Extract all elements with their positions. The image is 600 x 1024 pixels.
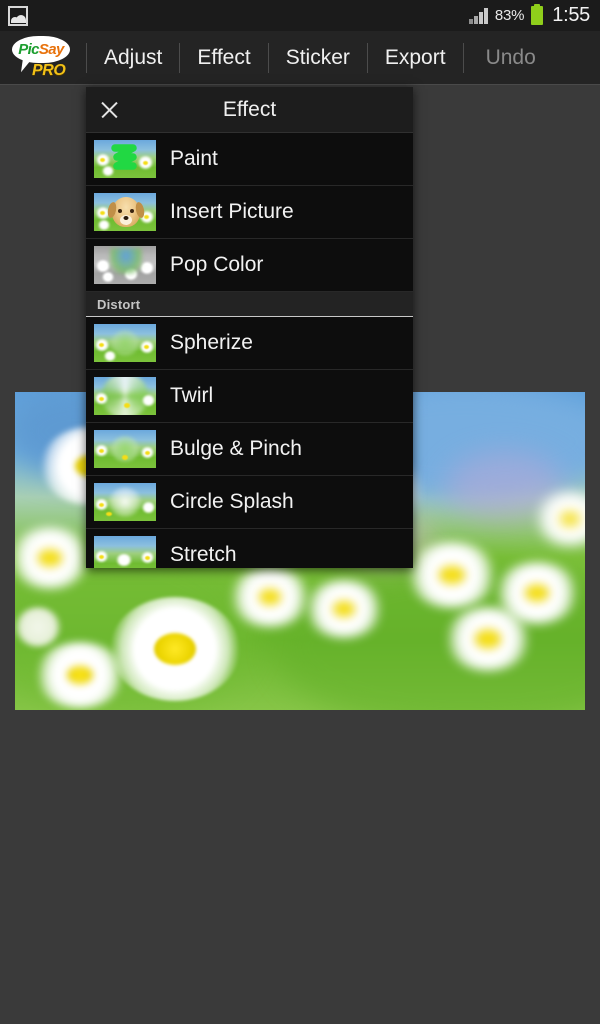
picsay-pro-logo: Pic Say PRO [0, 31, 86, 85]
dialog-title: Effect [222, 97, 277, 121]
list-item-stretch[interactable]: Stretch [86, 529, 413, 568]
bulge-pinch-thumbnail [94, 430, 156, 468]
list-item-label: Insert Picture [170, 200, 294, 223]
status-bar: 83% 1:55 [0, 0, 600, 31]
toolbar-item-effect[interactable]: Effect [180, 31, 267, 84]
toolbar-items: Adjust Effect Sticker Export Undo [86, 31, 600, 84]
insert-picture-thumbnail [94, 193, 156, 231]
list-item-bulge-pinch[interactable]: Bulge & Pinch [86, 423, 413, 476]
section-header-distort: Distort [86, 292, 413, 317]
app-screen: 83% 1:55 Pic Say PRO Adjust Effect Sticke… [0, 0, 600, 1024]
list-item-label: Circle Splash [170, 490, 294, 513]
battery-percent-label: 83% [494, 7, 525, 24]
twirl-thumbnail [94, 377, 156, 415]
spherize-thumbnail [94, 324, 156, 362]
effect-list[interactable]: Paint Insert Picture Pop Color Distort S… [86, 133, 413, 568]
list-item-paint[interactable]: Paint [86, 133, 413, 186]
circle-splash-thumbnail [94, 483, 156, 521]
logo-pro-text: PRO [32, 61, 66, 79]
gallery-icon [8, 5, 28, 26]
list-item-circle-splash[interactable]: Circle Splash [86, 476, 413, 529]
dialog-header: Effect [86, 87, 413, 133]
list-item-insert-picture[interactable]: Insert Picture [86, 186, 413, 239]
close-icon[interactable] [86, 87, 132, 132]
list-item-twirl[interactable]: Twirl [86, 370, 413, 423]
status-bar-right: 83% 1:55 [469, 3, 590, 27]
toolbar-item-undo[interactable]: Undo [464, 31, 558, 84]
list-item-label: Bulge & Pinch [170, 437, 302, 460]
list-item-label: Spherize [170, 331, 253, 354]
clock-label: 1:55 [552, 4, 590, 26]
list-item-label: Paint [170, 147, 218, 170]
logo-bubble-text: Pic Say [12, 36, 70, 63]
toolbar-item-sticker[interactable]: Sticker [269, 31, 367, 84]
toolbar-item-adjust[interactable]: Adjust [87, 31, 179, 84]
paint-thumbnail [94, 140, 156, 178]
list-item-label: Stretch [170, 543, 237, 566]
logo-say-text: Say [38, 40, 64, 58]
list-item-spherize[interactable]: Spherize [86, 317, 413, 370]
toolbar-item-export[interactable]: Export [368, 31, 463, 84]
list-item-pop-color[interactable]: Pop Color [86, 239, 413, 292]
effect-dialog: Effect Paint Insert Picture Pop Color Di… [86, 87, 413, 568]
list-item-label: Pop Color [170, 253, 264, 276]
paint-stroke-icon [111, 144, 137, 170]
battery-icon [531, 3, 544, 25]
list-item-label: Twirl [170, 384, 214, 407]
logo-pic-text: Pic [18, 40, 39, 58]
pop-color-overlay [94, 246, 156, 284]
signal-bars-icon [469, 7, 488, 24]
dog-face-icon [106, 197, 146, 227]
app-toolbar: Pic Say PRO Adjust Effect Sticker Export … [0, 31, 600, 85]
status-bar-left [8, 5, 28, 26]
section-header-label: Distort [97, 296, 141, 312]
stretch-thumbnail [94, 536, 156, 568]
